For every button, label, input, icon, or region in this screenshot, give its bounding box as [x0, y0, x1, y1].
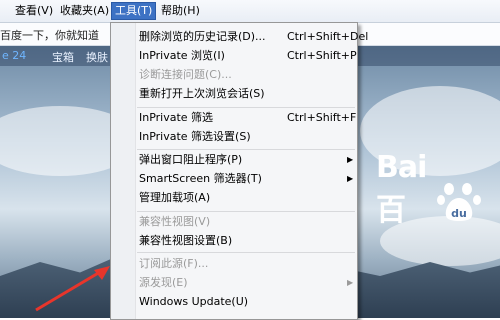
nav-link-treasure[interactable]: 宝箱	[52, 49, 74, 65]
menu-item-subscribe-feed: 订阅此源(F)...	[137, 255, 355, 273]
submenu-arrow-icon: ▶	[347, 174, 354, 183]
menu-item-label: InPrivate 筛选设置(S)	[139, 130, 251, 143]
menu-item-label: 诊断连接问题(C)...	[139, 68, 232, 81]
menu-item-label: 兼容性视图设置(B)	[139, 234, 233, 247]
menu-separator	[137, 252, 355, 253]
menu-separator	[137, 107, 355, 108]
menu-item-compatibility-view: 兼容性视图(V)	[137, 213, 355, 231]
menu-item-label: 弹出窗口阻止程序(P)	[139, 153, 243, 166]
tools-dropdown-menu: 删除浏览的历史记录(D)... Ctrl+Shift+Del InPrivate…	[110, 22, 368, 320]
menu-item-smartscreen-filter[interactable]: SmartScreen 筛选器(T) ▶	[137, 170, 355, 188]
menu-favorites[interactable]: 收藏夹(A)	[57, 3, 112, 19]
menu-item-label: 删除浏览的历史记录(D)...	[139, 30, 266, 43]
menu-item-label: InPrivate 浏览(I)	[139, 49, 225, 62]
nav-link-skin[interactable]: 换肤	[86, 49, 108, 65]
menu-help[interactable]: 帮助(H)	[158, 3, 203, 19]
menu-item-shortcut: Ctrl+Shift+F	[287, 111, 357, 124]
menu-item-inprivate-filter-settings[interactable]: InPrivate 筛选设置(S)	[137, 128, 355, 146]
menu-separator	[137, 149, 355, 150]
menu-item-label: SmartScreen 筛选器(T)	[139, 172, 262, 185]
logo-text: Bai	[376, 150, 427, 185]
menu-item-windows-update[interactable]: Windows Update(U)	[137, 293, 355, 311]
menu-item-compatibility-view-settings[interactable]: 兼容性视图设置(B)	[137, 232, 355, 250]
menu-view[interactable]: 查看(V)	[12, 3, 56, 19]
paw-icon: du	[437, 183, 481, 221]
menu-item-label: 订阅此源(F)...	[139, 257, 209, 270]
menu-item-label: 兼容性视图(V)	[139, 215, 211, 228]
logo-partial: 百	[376, 193, 406, 228]
menu-item-label: Windows Update(U)	[139, 295, 249, 308]
menu-item-label: 管理加载项(A)	[139, 191, 211, 204]
menu-item-label: InPrivate 筛选	[139, 111, 214, 124]
tab-title[interactable]: 百度一下，你就知道	[0, 27, 99, 43]
menu-icon-gutter	[111, 23, 136, 319]
nav-weather[interactable]: e 24	[2, 49, 26, 62]
logo-paw-text: du	[451, 207, 467, 220]
submenu-arrow-icon: ▶	[347, 155, 354, 164]
menu-item-popup-blocker[interactable]: 弹出窗口阻止程序(P) ▶	[137, 151, 355, 169]
red-arrow-annotation	[35, 266, 110, 312]
menu-item-label: 源发现(E)	[139, 276, 188, 289]
menu-tools[interactable]: 工具(T)	[111, 2, 157, 20]
menu-item-delete-history[interactable]: 删除浏览的历史记录(D)... Ctrl+Shift+Del	[137, 28, 368, 46]
menu-separator	[137, 211, 355, 212]
menu-bar: 查看(V) 收藏夹(A) 工具(T) 帮助(H)	[0, 0, 500, 23]
submenu-arrow-icon: ▶	[347, 278, 354, 287]
menu-item-shortcut: Ctrl+Shift+P	[287, 49, 357, 62]
menu-item-manage-addons[interactable]: 管理加载项(A)	[137, 189, 355, 207]
menu-item-reopen-session[interactable]: 重新打开上次浏览会话(S)	[137, 85, 355, 103]
menu-item-inprivate-browsing[interactable]: InPrivate 浏览(I) Ctrl+Shift+P	[137, 47, 357, 65]
menu-item-inprivate-filtering[interactable]: InPrivate 筛选 Ctrl+Shift+F	[137, 109, 357, 127]
menu-item-shortcut: Ctrl+Shift+Del	[287, 30, 369, 43]
menu-item-diagnose-connection: 诊断连接问题(C)...	[137, 66, 355, 84]
menu-item-label: 重新打开上次浏览会话(S)	[139, 87, 265, 100]
menu-item-feed-discovery: 源发现(E) ▶	[137, 274, 355, 292]
